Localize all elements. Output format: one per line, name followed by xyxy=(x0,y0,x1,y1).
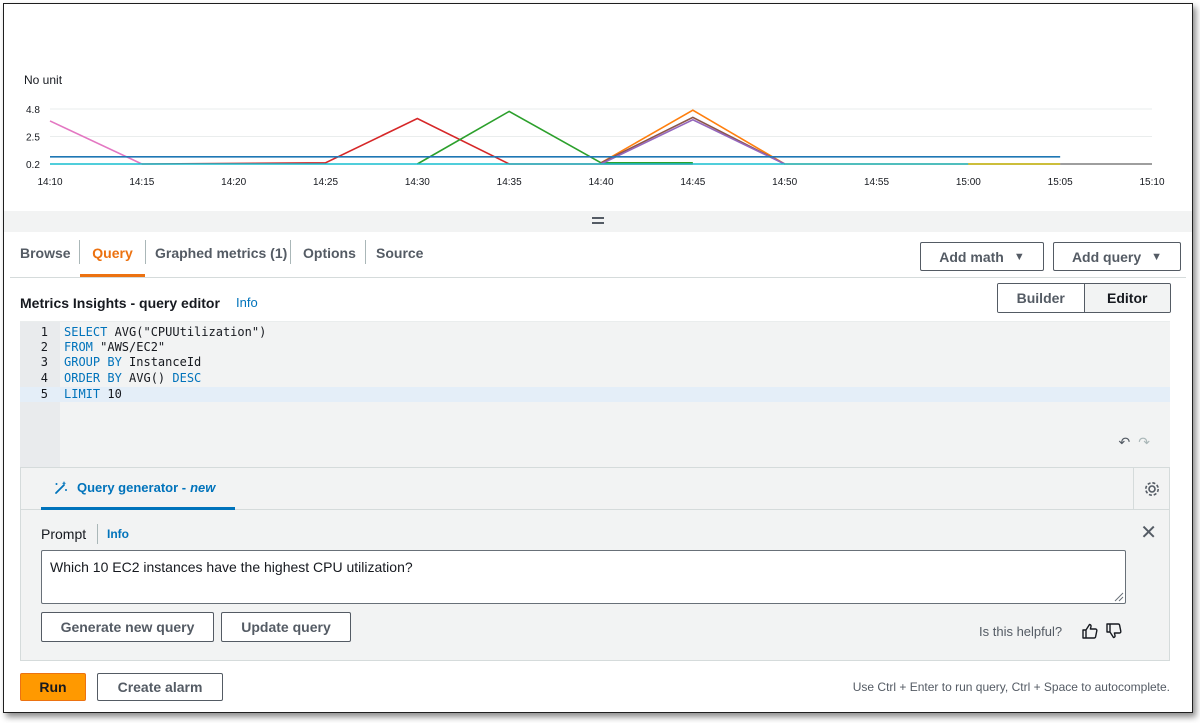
redo-icon[interactable]: ↷ xyxy=(1138,434,1150,451)
panel-resize-handle[interactable] xyxy=(4,211,1192,232)
tab-browse[interactable]: Browse xyxy=(20,238,71,283)
create-alarm-button[interactable]: Create alarm xyxy=(97,673,223,701)
code-line-current: 5 LIMIT 10 xyxy=(20,387,1170,402)
feedback-prompt: Is this helpful? xyxy=(979,624,1063,639)
close-icon[interactable]: ✕ xyxy=(1140,520,1157,545)
add-query-label: Add query xyxy=(1071,248,1142,265)
code-text: SELECT AVG("CPUUtilization") xyxy=(64,325,267,339)
code-text: LIMIT 10 xyxy=(64,387,122,401)
x-tick-label: 14:15 xyxy=(129,177,154,188)
code-line: 2 FROM "AWS/EC2" xyxy=(20,340,1170,355)
query-editor-title: Metrics Insights - query editor xyxy=(20,295,220,311)
tab-divider xyxy=(365,240,366,264)
editor-mode-button[interactable]: Editor xyxy=(1083,284,1170,312)
caret-down-icon: ▼ xyxy=(1013,250,1025,263)
x-tick-label: 14:55 xyxy=(864,177,889,188)
x-tick-label: 15:05 xyxy=(1048,177,1073,188)
line-number: 4 xyxy=(40,371,48,385)
new-badge: new xyxy=(190,480,216,495)
keyboard-shortcut-hint: Use Ctrl + Enter to run query, Ctrl + Sp… xyxy=(852,680,1170,694)
x-tick-label: 15:10 xyxy=(1139,177,1164,188)
metrics-tabs: Browse Query Graphed metrics (1) Options… xyxy=(10,232,1186,278)
tab-divider xyxy=(145,240,146,264)
code-text: ORDER BY AVG() DESC xyxy=(64,371,202,385)
x-tick-label: 14:35 xyxy=(497,177,522,188)
query-generator-header: Query generator - new xyxy=(21,468,1169,510)
y-tick-label: 4.8 xyxy=(26,105,40,116)
line-chart: No unit 14:10 14:15 14:20 14:25 14:30 14:35 14… xyxy=(24,73,1165,188)
tab-source[interactable]: Source xyxy=(376,238,423,283)
prompt-label: Prompt xyxy=(41,526,87,542)
query-generator-panel: Query generator - new Prompt Info ✕ Gene… xyxy=(20,467,1170,661)
add-query-button[interactable]: Add query ▼ xyxy=(1053,242,1181,271)
thumbs-down-icon[interactable] xyxy=(1105,622,1123,640)
undo-icon[interactable]: ↶ xyxy=(1119,434,1131,451)
series-line-4[interactable] xyxy=(600,109,1061,165)
tab-query[interactable]: Query xyxy=(80,238,145,277)
tab-options[interactable]: Options xyxy=(303,238,356,283)
query-editor-info-link[interactable]: Info xyxy=(236,295,258,310)
prompt-input[interactable] xyxy=(41,550,1126,604)
x-tick-label: 14:25 xyxy=(313,177,338,188)
unit-label: No unit xyxy=(24,73,63,87)
resize-grip-icon[interactable] xyxy=(1114,592,1124,602)
query-generator-label: Query generator - xyxy=(77,480,187,495)
update-query-button[interactable]: Update query xyxy=(221,612,351,642)
code-text: GROUP BY InstanceId xyxy=(64,355,202,369)
code-text: FROM "AWS/EC2" xyxy=(64,340,166,354)
prompt-divider xyxy=(97,524,98,544)
x-tick-label: 14:45 xyxy=(680,177,705,188)
x-tick-label: 14:50 xyxy=(772,177,797,188)
gear-icon xyxy=(1144,482,1159,496)
tab-query-generator[interactable]: Query generator - new xyxy=(41,468,235,510)
x-tick-label: 14:10 xyxy=(37,177,62,188)
prompt-info-link[interactable]: Info xyxy=(107,527,129,541)
builder-mode-button[interactable]: Builder xyxy=(998,284,1084,312)
y-tick-label: 2.5 xyxy=(26,133,40,144)
editor-mode-toggle: Builder Editor xyxy=(997,283,1171,313)
generate-new-query-button[interactable]: Generate new query xyxy=(41,612,214,642)
x-tick-label: 14:30 xyxy=(405,177,430,188)
tab-divider xyxy=(290,240,291,264)
settings-button[interactable] xyxy=(1133,468,1169,510)
line-number: 5 xyxy=(40,387,48,401)
y-tick-label: 0.2 xyxy=(26,160,40,171)
add-math-label: Add math xyxy=(939,248,1004,265)
line-number: 2 xyxy=(40,340,48,354)
run-button[interactable]: Run xyxy=(20,673,86,701)
line-number: 1 xyxy=(40,325,48,339)
x-tick-label: 14:20 xyxy=(221,177,246,188)
x-tick-label: 14:40 xyxy=(588,177,613,188)
sql-code-editor[interactable]: 1 SELECT AVG("CPUUtilization") 2 FROM "A… xyxy=(20,321,1170,468)
line-number: 3 xyxy=(40,355,48,369)
drag-handle-icon xyxy=(592,217,604,225)
code-line: 4 ORDER BY AVG() DESC xyxy=(20,371,1170,386)
code-line: 1 SELECT AVG("CPUUtilization") xyxy=(20,325,1170,340)
code-line: 3 GROUP BY InstanceId xyxy=(20,355,1170,370)
thumbs-up-icon[interactable] xyxy=(1081,622,1099,640)
x-tick-label: 15:00 xyxy=(956,177,981,188)
undo-redo-controls: ↶ ↷ xyxy=(1119,434,1150,451)
metrics-graph: No unit 14:10 14:15 14:20 14:25 14:30 14:35 14… xyxy=(4,4,1192,211)
tab-graphed-metrics[interactable]: Graphed metrics (1) xyxy=(155,238,287,283)
magic-wand-icon xyxy=(55,480,67,494)
caret-down-icon: ▼ xyxy=(1151,250,1163,263)
metrics-window: No unit 14:10 14:15 14:20 14:25 14:30 14:35 14… xyxy=(3,3,1193,713)
add-math-button[interactable]: Add math ▼ xyxy=(920,242,1044,271)
